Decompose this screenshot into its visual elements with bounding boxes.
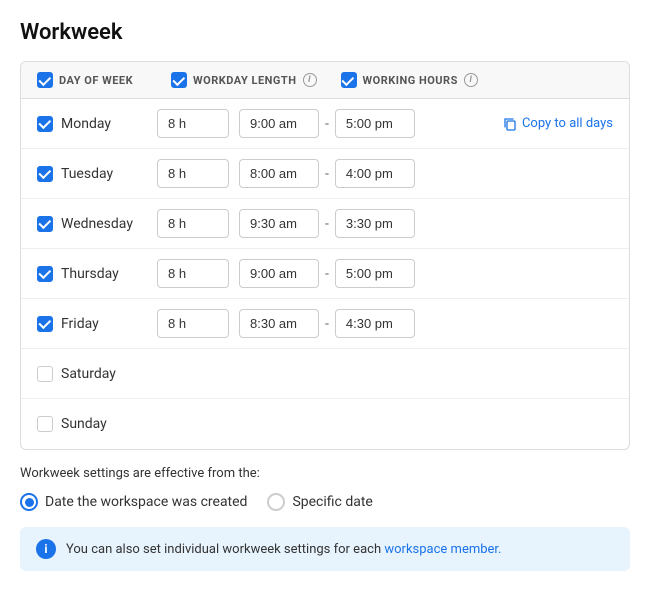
time-group-1: - [239,159,415,188]
start-time-1[interactable] [239,159,319,188]
info-banner: i You can also set individual workweek s… [20,527,630,571]
day-name-4: Friday [61,316,99,332]
day-checkbox-wrapper-0: Monday [37,116,147,132]
workday-info-icon[interactable]: i [303,73,317,87]
header-workday-checkbox[interactable] [171,72,187,88]
radio-created[interactable] [20,493,38,511]
header-day-checkbox[interactable] [37,72,53,88]
day-checkbox-wrapper-1: Tuesday [37,166,147,182]
table-row: Monday - Copy to a [21,99,629,149]
dash-3: - [325,266,329,282]
radio-option-created[interactable]: Date the workspace was created [20,493,247,511]
banner-info-icon: i [36,539,56,559]
day-checkbox-0[interactable] [37,116,53,132]
day-checkbox-wrapper-2: Wednesday [37,216,147,232]
page-title: Workweek [20,20,630,45]
table-row: Friday - [21,299,629,349]
end-time-0[interactable] [335,109,415,138]
day-name-1: Tuesday [61,166,113,182]
end-time-4[interactable] [335,309,415,338]
table-row: Thursday - [21,249,629,299]
start-time-4[interactable] [239,309,319,338]
workday-input-2[interactable] [157,209,229,238]
workday-input-0[interactable] [157,109,229,138]
copy-icon [503,117,517,131]
workday-input-4[interactable] [157,309,229,338]
day-name-2: Wednesday [61,216,133,232]
day-name-5: Saturday [61,366,116,382]
radio-created-label: Date the workspace was created [45,494,247,510]
workday-input-3[interactable] [157,259,229,288]
dash-0: - [325,116,329,132]
dash-2: - [325,216,329,232]
day-checkbox-wrapper-5: Saturday [37,366,147,382]
copy-to-all-days[interactable]: Copy to all days [503,116,613,131]
header-working-hours: WORKING HOURS i [341,72,478,88]
day-checkbox-5[interactable] [37,366,53,382]
day-checkbox-6[interactable] [37,416,53,432]
end-time-3[interactable] [335,259,415,288]
day-checkbox-3[interactable] [37,266,53,282]
radio-option-specific[interactable]: Specific date [267,493,372,511]
dash-4: - [325,316,329,332]
end-time-2[interactable] [335,209,415,238]
day-name-6: Sunday [61,416,107,432]
table-row: Sunday [21,399,629,449]
day-checkbox-wrapper-3: Thursday [37,266,147,282]
radio-specific[interactable] [267,493,285,511]
time-group-4: - [239,309,415,338]
day-name-3: Thursday [61,266,119,282]
time-group-2: - [239,209,415,238]
start-time-0[interactable] [239,109,319,138]
radio-specific-label: Specific date [292,494,372,510]
table-row: Wednesday - [21,199,629,249]
header-day-of-week: DAY OF WEEK [37,72,147,88]
table-row: Saturday [21,349,629,399]
end-time-1[interactable] [335,159,415,188]
day-name-0: Monday [61,116,111,132]
header-workday-length: WORKDAY LENGTH i [171,72,317,88]
day-rows-container: Monday - Copy to a [21,99,629,449]
dash-1: - [325,166,329,182]
day-checkbox-wrapper-4: Friday [37,316,147,332]
start-time-3[interactable] [239,259,319,288]
copy-label: Copy to all days [522,116,613,131]
hours-info-icon[interactable]: i [464,73,478,87]
effective-date-options: Date the workspace was created Specific … [20,493,630,511]
workweek-table: DAY OF WEEK WORKDAY LENGTH i WORKING HOU… [20,61,630,450]
banner-text: You can also set individual workweek set… [66,542,501,557]
settings-note: Workweek settings are effective from the… [20,466,630,481]
day-checkbox-2[interactable] [37,216,53,232]
workspace-member-link[interactable]: workspace member. [384,542,501,557]
start-time-2[interactable] [239,209,319,238]
table-row: Tuesday - [21,149,629,199]
table-header: DAY OF WEEK WORKDAY LENGTH i WORKING HOU… [21,62,629,99]
workday-input-1[interactable] [157,159,229,188]
header-hours-checkbox[interactable] [341,72,357,88]
day-checkbox-4[interactable] [37,316,53,332]
day-checkbox-1[interactable] [37,166,53,182]
day-checkbox-wrapper-6: Sunday [37,416,147,432]
time-group-0: - [239,109,415,138]
time-group-3: - [239,259,415,288]
